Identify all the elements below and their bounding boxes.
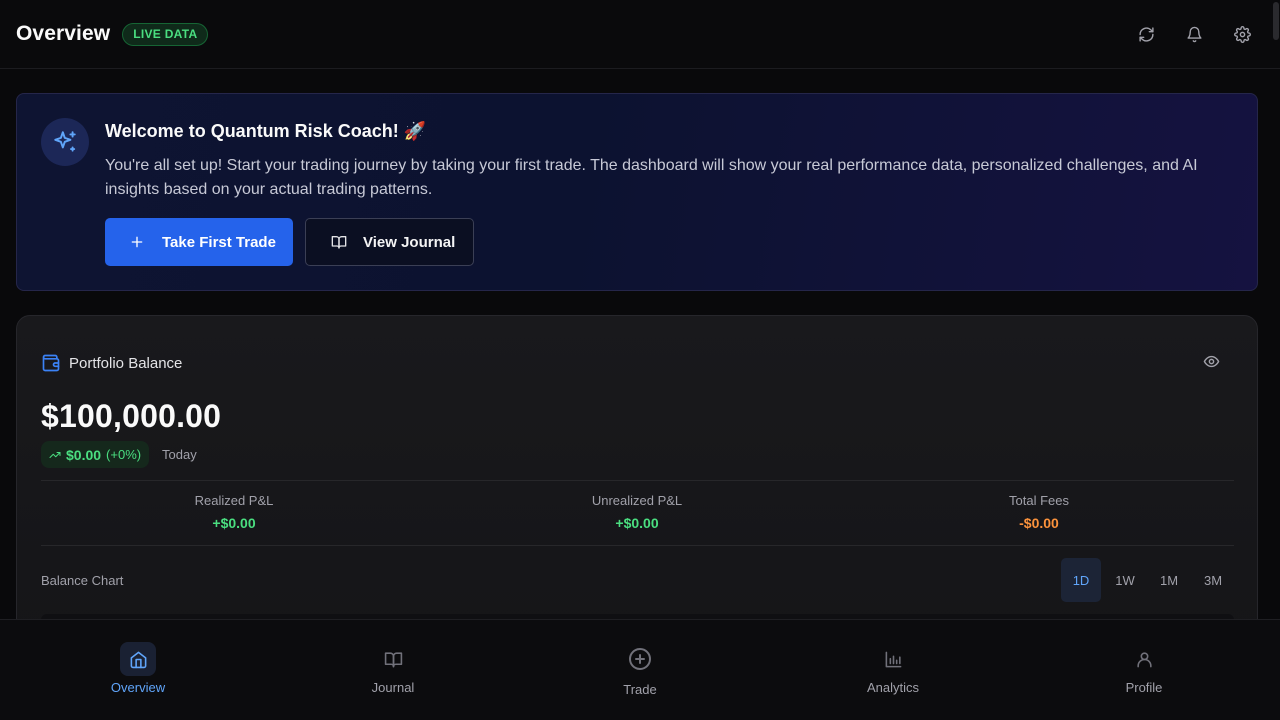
nav-label: Journal	[371, 680, 415, 695]
nav-item-journal[interactable]: Journal	[343, 642, 443, 695]
nav-icon-wrap	[875, 642, 911, 676]
stat-label: Realized P&L	[194, 493, 274, 508]
take-first-trade-button[interactable]: Take First Trade	[105, 218, 293, 266]
refresh-button[interactable]	[1136, 22, 1156, 46]
range-tab-1m[interactable]: 1M	[1149, 558, 1189, 602]
range-tab-1w[interactable]: 1W	[1105, 558, 1145, 602]
settings-button[interactable]	[1232, 22, 1252, 46]
nav-label: Profile	[1125, 680, 1163, 695]
pnl-stats: Realized P&L +$0.00 Unrealized P&L +$0.0…	[41, 480, 1234, 546]
trending-up-icon	[49, 451, 61, 458]
take-first-trade-label: Take First Trade	[162, 233, 276, 251]
page-title: Overview	[16, 22, 111, 45]
portfolio-title: Portfolio Balance	[69, 354, 183, 372]
change-period-label: Today	[162, 447, 197, 462]
book-open-icon	[331, 236, 347, 249]
daily-change-pill: $0.00 (+0%)	[41, 441, 150, 468]
nav-item-trade[interactable]: Trade	[590, 642, 690, 697]
stat-label: Unrealized P&L	[591, 493, 683, 508]
bell-icon	[1186, 26, 1202, 42]
range-tab-1d[interactable]: 1D	[1061, 558, 1101, 602]
daily-change-percent: (+0%)	[106, 447, 142, 462]
daily-change-value: $0.00	[66, 446, 102, 463]
scrollbar-thumb[interactable]	[1273, 2, 1279, 40]
portfolio-balance: $100,000.00	[41, 398, 222, 434]
bottom-nav: Overview Journal Trade Analytics Profile	[0, 619, 1280, 720]
notifications-button[interactable]	[1184, 22, 1204, 46]
view-journal-label: View Journal	[363, 233, 456, 251]
portfolio-header: Portfolio Balance	[41, 353, 182, 373]
wallet-icon	[42, 354, 60, 372]
book-icon	[384, 651, 402, 667]
nav-item-analytics[interactable]: Analytics	[843, 642, 943, 695]
welcome-message: You're all set up! Start your trading jo…	[105, 157, 1198, 198]
nav-icon-wrap	[120, 642, 156, 676]
balance-chart-label: Balance Chart	[41, 573, 124, 588]
stat-label: Total Fees	[1009, 493, 1069, 508]
refresh-icon	[1138, 26, 1154, 42]
user-icon	[1136, 651, 1152, 667]
nav-icon-wrap	[375, 642, 411, 676]
nav-item-overview[interactable]: Overview	[88, 642, 188, 695]
home-icon	[130, 651, 146, 668]
gear-icon	[1233, 25, 1251, 43]
plus-icon	[131, 236, 143, 248]
nav-label: Overview	[110, 680, 166, 695]
nav-item-profile[interactable]: Profile	[1094, 642, 1194, 695]
nav-label: Analytics	[866, 680, 920, 695]
nav-icon-wrap	[622, 642, 658, 676]
eye-icon	[1203, 355, 1220, 368]
welcome-card: Welcome to Quantum Risk Coach! 🚀 You're …	[16, 93, 1258, 291]
plus-circle-icon	[629, 648, 651, 670]
view-journal-button[interactable]: View Journal	[305, 218, 474, 266]
nav-icon-wrap	[1126, 642, 1162, 676]
stat-value: +$0.00	[615, 515, 659, 531]
sparkles-badge	[41, 118, 89, 166]
stat-value: +$0.00	[212, 515, 256, 531]
toggle-balance-visibility-button[interactable]	[1203, 353, 1221, 371]
nav-label: Trade	[623, 682, 657, 697]
stat-realized-pnl: Realized P&L +$0.00	[134, 493, 334, 531]
top-header: Overview LIVE DATA	[0, 0, 1280, 69]
stat-value: -$0.00	[1019, 515, 1059, 531]
stat-total-fees: Total Fees -$0.00	[939, 493, 1139, 531]
range-tab-3m[interactable]: 3M	[1193, 558, 1233, 602]
bar-chart-icon	[885, 651, 901, 667]
range-tabs: 1D 1W 1M 3M	[1061, 558, 1233, 602]
sparkles-icon	[54, 131, 76, 152]
welcome-title: Welcome to Quantum Risk Coach! 🚀	[105, 121, 427, 141]
live-data-badge: LIVE DATA	[122, 22, 209, 46]
header-actions	[1136, 22, 1252, 46]
stat-unrealized-pnl: Unrealized P&L +$0.00	[537, 493, 737, 531]
